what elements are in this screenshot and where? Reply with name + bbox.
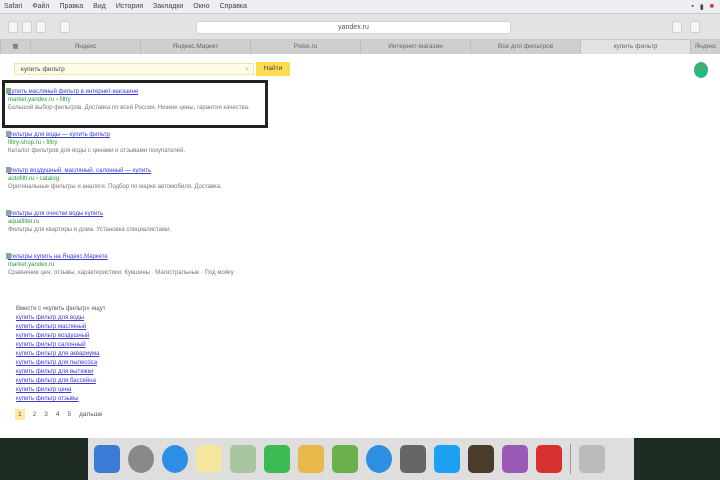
tab[interactable]: Яндекс.Маркет [140,40,250,54]
search-result: Фильтры для воды — купить фильтр filtry-… [6,131,258,155]
tab-active[interactable]: купить фильтр [580,40,690,54]
menu-file[interactable]: Файл [32,3,49,10]
result-desc: Оригинальные фильтры и аналоги. Подбор п… [8,184,222,190]
desktop [0,438,88,480]
related-link[interactable]: купить фильтр салонный [16,341,106,350]
back-button[interactable] [22,21,32,33]
favicon [6,167,11,173]
app-icon[interactable] [502,445,528,473]
tab[interactable]: Poisk.ru [250,40,360,54]
related-link[interactable]: купить фильтр для бассейна [16,377,106,386]
related-searches: Вместе с «купить фильтр» ищут купить фил… [16,305,106,404]
page-2[interactable]: 2 [33,411,37,418]
result-url[interactable]: filtry-shop.ru › filtry [8,139,258,147]
related-link[interactable]: купить фильтр для вытяжки [16,368,106,377]
result-desc: Сравнение цен, отзывы, характеристики. К… [8,270,234,276]
favicon [6,131,11,137]
result-title[interactable]: Фильтры купить на Яндекс.Маркете [8,253,258,261]
menu-history[interactable]: История [116,3,143,10]
menu-bar: Safari Файл Правка Вид История Закладки … [0,0,720,14]
filezilla-icon[interactable] [536,445,562,473]
result-desc: Каталог фильтров для воды с ценами и отз… [8,148,186,154]
facetime-icon[interactable] [264,445,290,473]
page-5[interactable]: 5 [68,411,72,418]
related-link[interactable]: купить фильтр масляный [16,323,106,332]
tab[interactable]: Интернет-магазин [360,40,470,54]
related-link[interactable]: купить фильтр для воды [16,314,106,323]
menu-window[interactable]: Окно [193,3,209,10]
result-title[interactable]: Купить масляный фильтр в интернет-магази… [8,88,258,96]
photo-booth-icon[interactable] [468,445,494,473]
download-button[interactable] [672,21,682,33]
dock [88,438,634,480]
photos-icon[interactable] [298,445,324,473]
address-bar[interactable]: yandex.ru [196,21,511,34]
related-heading: Вместе с «купить фильтр» ищут [16,306,106,312]
result-url[interactable]: market.yandex.ru [8,261,258,269]
camera-icon[interactable] [400,445,426,473]
trash-icon[interactable] [579,445,605,473]
tab[interactable]: Яндекс [690,40,720,54]
dock-divider [570,444,571,474]
related-link[interactable]: купить фильтр для аквариума [16,350,106,359]
menu-safari[interactable]: Safari [4,3,22,10]
avatar[interactable] [694,62,708,78]
menu-edit[interactable]: Правка [60,3,84,10]
menu-view[interactable]: Вид [93,3,106,10]
status-icons: ▪ ▮ ■ [691,3,720,11]
next-page-link[interactable]: дальше [79,411,102,418]
page-4[interactable]: 4 [56,411,60,418]
related-link[interactable]: купить фильтр цена [16,386,106,395]
search-input[interactable]: купить фильтр × [14,63,254,75]
clear-icon[interactable]: × [245,64,249,75]
result-url[interactable]: market.yandex.ru › filtry [8,96,258,104]
tab[interactable]: Все для фильтров [470,40,580,54]
menu-help[interactable]: Справка [220,3,247,10]
forward-button[interactable] [36,21,46,33]
favicon [6,253,11,259]
search-result: Купить масляный фильтр в интернет-магази… [6,88,258,112]
search-button[interactable]: Найти [256,62,290,76]
result-title[interactable]: Фильтры для воды — купить фильтр [8,131,258,139]
finder-icon[interactable] [94,445,120,473]
favicon [6,88,11,94]
result-desc: Большой выбор фильтров. Доставка по всей… [8,105,250,111]
page-1[interactable]: 1 [15,409,25,420]
battery-icon[interactable]: ▮ [700,3,704,11]
preview-icon[interactable] [230,445,256,473]
tab-overview-icon[interactable]: ▦ [0,40,30,54]
numbers-icon[interactable] [332,445,358,473]
search-result: Фильтры для очистки воды купить aquafilt… [6,210,258,234]
tab-bar: ▦ Яндекс Яндекс.Маркет Poisk.ru Интернет… [0,40,720,54]
tab[interactable]: Яндекс [30,40,140,54]
sidebar-button[interactable] [8,21,18,33]
app-store-icon[interactable] [366,445,392,473]
favicon [6,210,11,216]
menu-bookmarks[interactable]: Закладки [153,3,183,10]
safari-icon[interactable] [162,445,188,473]
related-link[interactable]: купить фильтр воздушный [16,332,106,341]
search-result: Фильтр воздушный, масляный, салонный — к… [6,167,258,191]
tabs-button[interactable] [690,21,700,33]
result-desc: Фильтры для квартиры и дома. Установка с… [8,227,172,233]
related-link[interactable]: купить фильтр для пылесоса [16,359,106,368]
pagination: 1 2 3 4 5 дальше [15,409,103,420]
notes-icon[interactable] [196,445,222,473]
share-button[interactable] [60,21,70,33]
result-url[interactable]: autofiltr.ru › catalog [8,175,258,183]
result-title[interactable]: Фильтр воздушный, масляный, салонный — к… [8,167,258,175]
wifi-icon[interactable]: ▪ [691,3,693,11]
skype-icon[interactable] [434,445,460,473]
related-link[interactable]: купить фильтр отзывы [16,395,106,404]
browser-toolbar: yandex.ru [0,14,720,40]
flag-icon[interactable]: ■ [710,3,714,11]
launchpad-icon[interactable] [128,445,154,473]
page-3[interactable]: 3 [44,411,48,418]
search-query: купить фильтр [21,66,65,73]
desktop [634,438,720,480]
result-url[interactable]: aquafilter.ru [8,218,258,226]
result-title[interactable]: Фильтры для очистки воды купить [8,210,258,218]
search-result: Фильтры купить на Яндекс.Маркете market.… [6,253,258,277]
